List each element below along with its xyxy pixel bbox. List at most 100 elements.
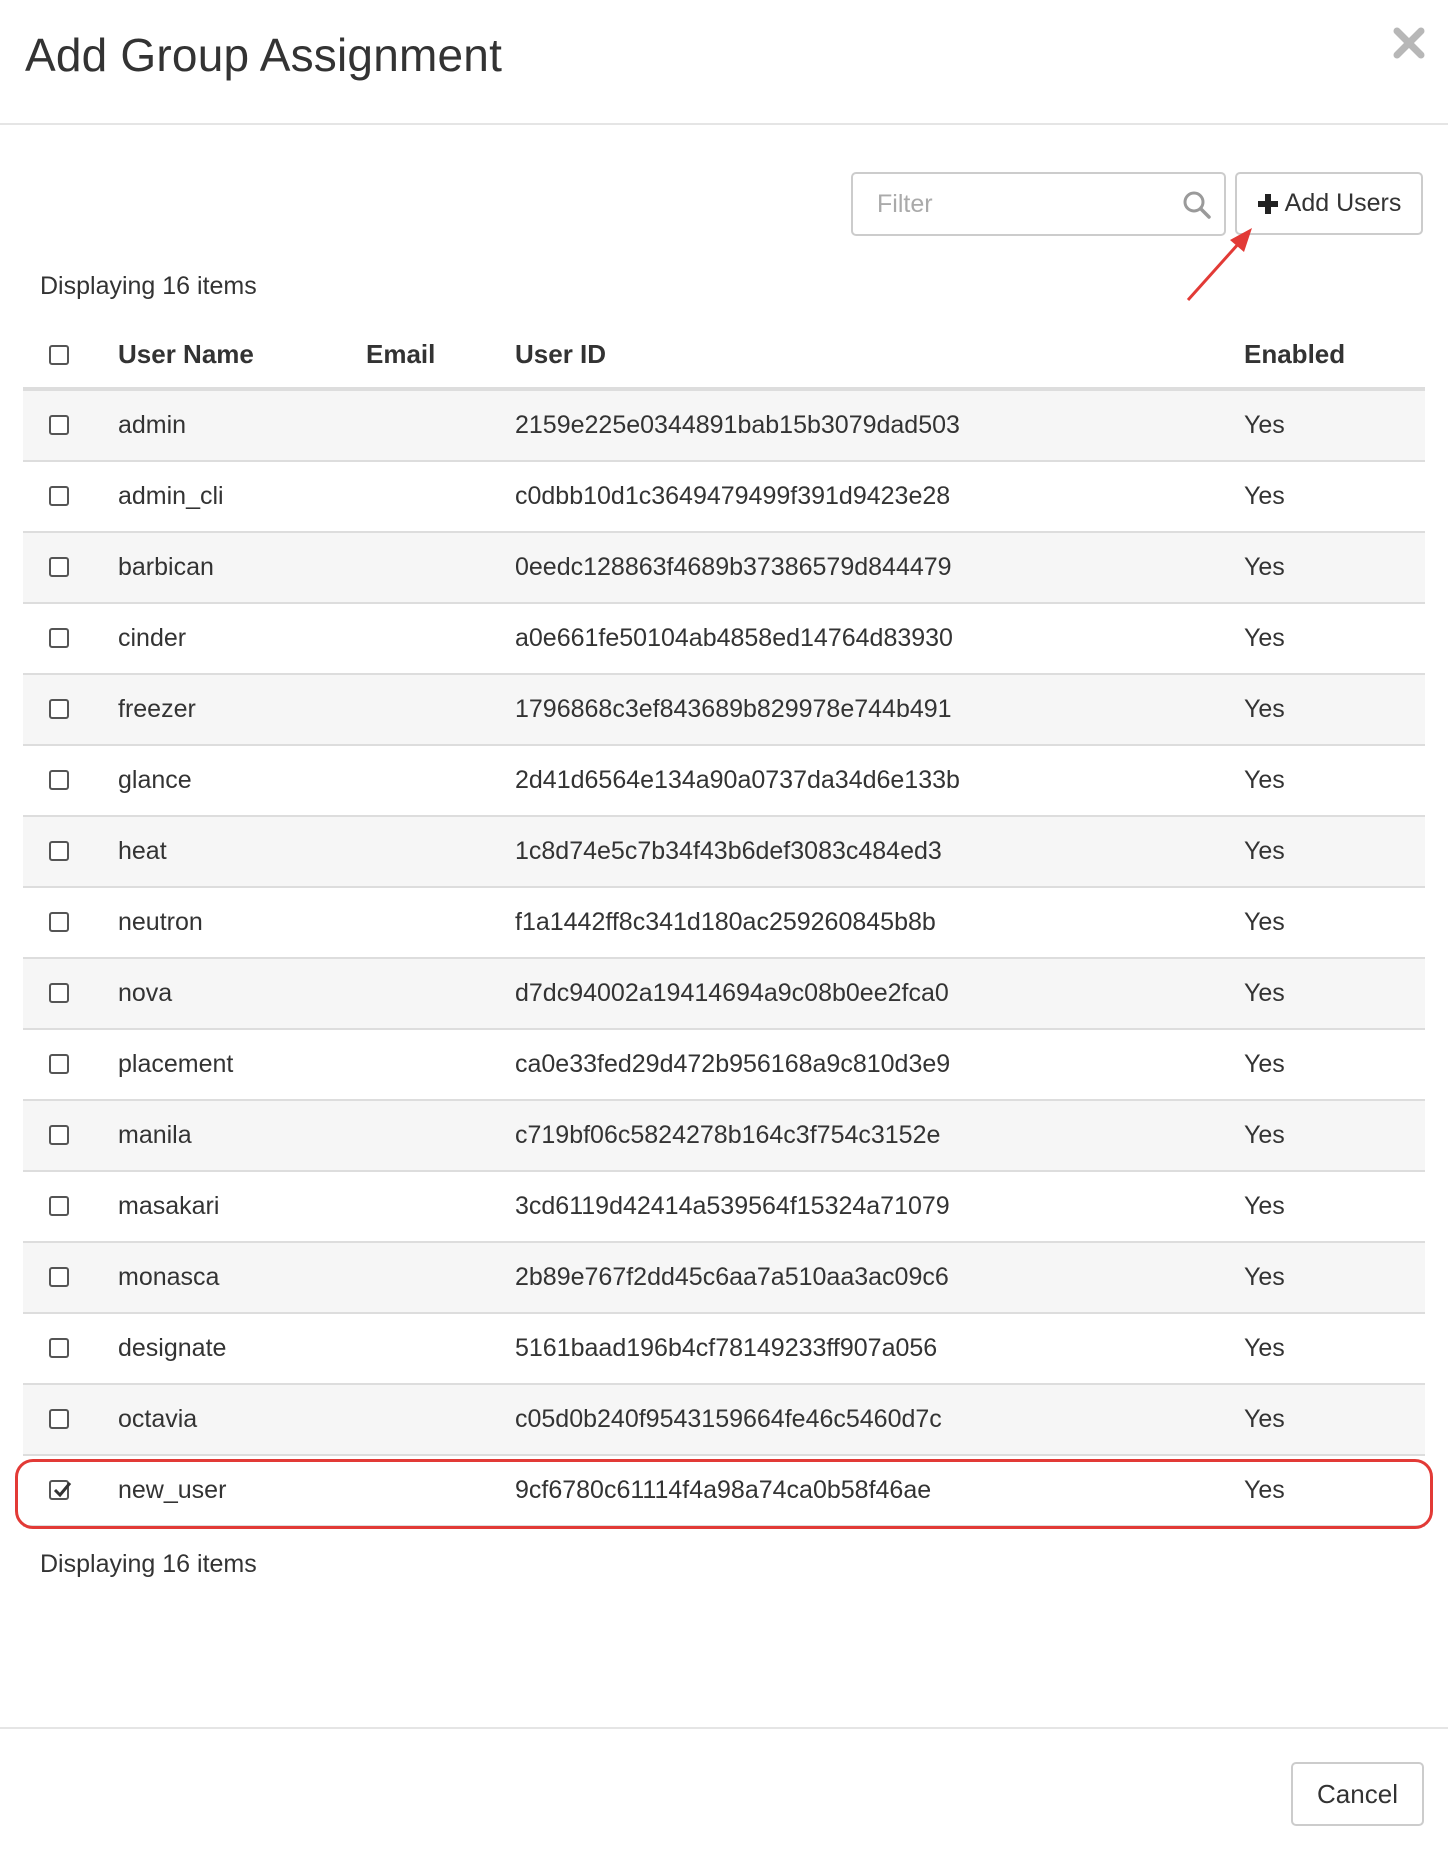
- table-row[interactable]: glance 2d41d6564e134a90a0737da34d6e133b Ye…: [23, 746, 1425, 817]
- table-row[interactable]: masakari 3cd6119d42414a539564f15324a71079…: [23, 1172, 1425, 1243]
- cell-user-id: 1796868c3ef843689b829978e744b491: [515, 695, 952, 723]
- cell-user-id: c05d0b240f9543159664fe46c5460d7c: [515, 1405, 942, 1433]
- cell-enabled: Yes: [1244, 1405, 1285, 1433]
- row-checkbox[interactable]: [49, 699, 69, 719]
- cell-user-name: neutron: [118, 908, 203, 936]
- row-checkbox[interactable]: [49, 1125, 69, 1145]
- item-count-bottom: Displaying 16 items: [40, 1550, 257, 1578]
- filter-box: [851, 172, 1226, 236]
- table-row[interactable]: neutron f1a1442ff8c341d180ac259260845b8b Y…: [23, 888, 1425, 959]
- cell-user-name: freezer: [118, 695, 196, 723]
- row-checkbox[interactable]: [49, 983, 69, 1003]
- table-header: User Name Email User ID Enabled: [23, 321, 1425, 391]
- cell-user-id: a0e661fe50104ab4858ed14764d83930: [515, 624, 953, 652]
- cell-enabled: Yes: [1244, 1334, 1285, 1362]
- row-checkbox[interactable]: [49, 486, 69, 506]
- cell-enabled: Yes: [1244, 766, 1285, 794]
- select-all-checkbox[interactable]: [49, 345, 69, 365]
- item-count-top: Displaying 16 items: [40, 272, 257, 300]
- row-checkbox[interactable]: [49, 1267, 69, 1287]
- cell-user-id: 9cf6780c61114f4a98a74ca0b58f46ae: [515, 1476, 932, 1504]
- table-row[interactable]: admin_cli c0dbb10d1c3649479499f391d9423e2…: [23, 462, 1425, 533]
- table-row[interactable]: designate 5161baad196b4cf78149233ff907a05…: [23, 1314, 1425, 1385]
- cell-user-id: 2b89e767f2dd45c6aa7a510aa3ac09c6: [515, 1263, 949, 1291]
- cell-user-name: glance: [118, 766, 192, 794]
- table-row[interactable]: placement ca0e33fed29d472b956168a9c810d3e…: [23, 1030, 1425, 1101]
- cell-user-name: masakari: [118, 1192, 220, 1220]
- add-users-label: Add Users: [1284, 189, 1402, 217]
- search-icon[interactable]: [1182, 190, 1212, 220]
- cell-user-name: octavia: [118, 1405, 198, 1433]
- add-users-button[interactable]: Add Users: [1235, 172, 1423, 235]
- cell-enabled: Yes: [1244, 1192, 1285, 1220]
- cancel-button[interactable]: Cancel: [1291, 1762, 1424, 1826]
- cell-user-id: ca0e33fed29d472b956168a9c810d3e9: [515, 1050, 951, 1078]
- header-email[interactable]: Email: [366, 339, 435, 370]
- cell-enabled: Yes: [1244, 1476, 1285, 1504]
- table-row[interactable]: monasca 2b89e767f2dd45c6aa7a510aa3ac09c6 Y…: [23, 1243, 1425, 1314]
- table-row[interactable]: cinder a0e661fe50104ab4858ed14764d83930 Ye…: [23, 604, 1425, 675]
- cell-user-name: placement: [118, 1050, 234, 1078]
- cell-user-name: heat: [118, 837, 167, 865]
- table-row[interactable]: barbican 0eedc128863f4689b37386579d844479…: [23, 533, 1425, 604]
- row-checkbox[interactable]: [49, 841, 69, 861]
- header-user-id[interactable]: User ID: [515, 339, 606, 370]
- table-row[interactable]: freezer 1796868c3ef843689b829978e744b491 Y…: [23, 675, 1425, 746]
- cell-user-id: 0eedc128863f4689b37386579d844479: [515, 553, 952, 581]
- row-checkbox-checked[interactable]: [49, 1480, 72, 1500]
- table-row[interactable]: manila c719bf06c5824278b164c3f754c3152e Ye…: [23, 1101, 1425, 1172]
- checkmark-icon: [53, 1482, 72, 1498]
- table-row[interactable]: octavia c05d0b240f9543159664fe46c5460d7c Y…: [23, 1385, 1425, 1456]
- table-row[interactable]: admin 2159e225e0344891bab15b3079dad503 Yes: [23, 391, 1425, 462]
- cell-user-name: cinder: [118, 624, 187, 652]
- cell-enabled: Yes: [1244, 482, 1285, 510]
- cell-user-name: designate: [118, 1334, 227, 1362]
- cell-user-id: c0dbb10d1c3649479499f391d9423e28: [515, 482, 951, 510]
- table-row[interactable]: nova d7dc94002a19414694a9c08b0ee2fca0 Yes: [23, 959, 1425, 1030]
- cell-user-id: c719bf06c5824278b164c3f754c3152e: [515, 1121, 941, 1149]
- cell-enabled: Yes: [1244, 1263, 1285, 1291]
- cell-user-id: f1a1442ff8c341d180ac259260845b8b: [515, 908, 936, 936]
- cell-enabled: Yes: [1244, 695, 1285, 723]
- close-icon[interactable]: [1390, 24, 1428, 62]
- row-checkbox[interactable]: [49, 1054, 69, 1074]
- cell-user-id: 5161baad196b4cf78149233ff907a056: [515, 1334, 938, 1362]
- annotation-arrow-icon: [1186, 228, 1252, 302]
- cell-user-name: monasca: [118, 1263, 220, 1291]
- cell-enabled: Yes: [1244, 1050, 1285, 1078]
- plus-icon: [1257, 193, 1279, 215]
- cell-user-id: 3cd6119d42414a539564f15324a71079: [515, 1192, 950, 1220]
- cell-user-id: 2d41d6564e134a90a0737da34d6e133b: [515, 766, 960, 794]
- cell-user-id: d7dc94002a19414694a9c08b0ee2fca0: [515, 979, 949, 1007]
- row-checkbox[interactable]: [49, 770, 69, 790]
- row-checkbox[interactable]: [49, 557, 69, 577]
- header-enabled[interactable]: Enabled: [1244, 339, 1345, 370]
- row-checkbox[interactable]: [49, 1409, 69, 1429]
- header-user-name[interactable]: User Name: [118, 339, 254, 370]
- cell-user-name: admin_cli: [118, 482, 224, 510]
- table-row[interactable]: new_user 9cf6780c61114f4a98a74ca0b58f46ae…: [23, 1456, 1425, 1527]
- row-checkbox[interactable]: [49, 628, 69, 648]
- row-checkbox[interactable]: [49, 415, 69, 435]
- table-body: admin 2159e225e0344891bab15b3079dad503 Yes…: [23, 391, 1425, 1527]
- modal-header: Add Group Assignment: [0, 0, 1448, 125]
- cell-enabled: Yes: [1244, 979, 1285, 1007]
- row-checkbox[interactable]: [49, 912, 69, 932]
- filter-input[interactable]: [853, 174, 1173, 234]
- row-checkbox[interactable]: [49, 1196, 69, 1216]
- row-checkbox[interactable]: [49, 1338, 69, 1358]
- cell-user-id: 1c8d74e5c7b34f43b6def3083c484ed3: [515, 837, 942, 865]
- cell-user-name: admin: [118, 411, 187, 439]
- modal-footer: Cancel: [0, 1727, 1448, 1850]
- cell-user-name: nova: [118, 979, 173, 1007]
- cell-enabled: Yes: [1244, 624, 1285, 652]
- cell-user-name: manila: [118, 1121, 192, 1149]
- cell-user-name: barbican: [118, 553, 214, 581]
- users-table: User Name Email User ID Enabled admin 215…: [23, 321, 1425, 1527]
- cell-enabled: Yes: [1244, 411, 1285, 439]
- modal-title: Add Group Assignment: [25, 29, 503, 81]
- table-row[interactable]: heat 1c8d74e5c7b34f43b6def3083c484ed3 Yes: [23, 817, 1425, 888]
- cell-user-id: 2159e225e0344891bab15b3079dad503: [515, 411, 960, 439]
- cell-user-name: new_user: [118, 1476, 227, 1504]
- cell-enabled: Yes: [1244, 1121, 1285, 1149]
